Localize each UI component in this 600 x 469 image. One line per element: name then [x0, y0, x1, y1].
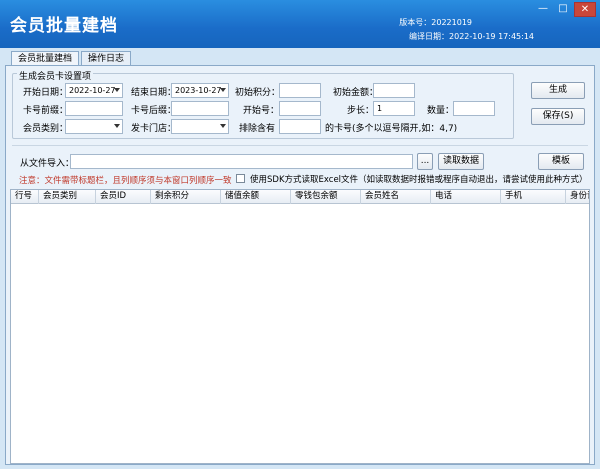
column-header[interactable]: 身份证 [566, 190, 589, 204]
chevron-down-icon [114, 124, 120, 128]
browse-button[interactable]: ... [417, 153, 433, 170]
card-suffix-input[interactable] [171, 101, 229, 116]
tab-batch-create[interactable]: 会员批量建档 [11, 51, 80, 66]
start-no-input[interactable] [279, 101, 321, 116]
tab-operation-log[interactable]: 操作日志 [81, 51, 132, 66]
template-button[interactable]: 模板 [538, 153, 584, 170]
column-header[interactable]: 剩余积分 [151, 190, 221, 204]
chevron-down-icon [220, 88, 226, 92]
card-suffix-label: 卡号后缀： [131, 106, 177, 116]
quantity-label: 数量： [427, 106, 455, 116]
group-legend: 生成会员卡设置项 [17, 69, 94, 82]
card-prefix-label: 卡号前缀： [23, 106, 69, 116]
chevron-down-icon [220, 124, 226, 128]
minimize-icon[interactable]: — [534, 2, 552, 17]
column-header[interactable]: 零钱包余额 [291, 190, 361, 204]
column-header[interactable]: 行号 [11, 190, 39, 204]
step-input[interactable]: 1 [373, 101, 415, 116]
sdk-checkbox-label[interactable]: 使用SDK方式读取Excel文件（如读取数据时报错或程序自动退出，请尝试使用此种… [250, 173, 588, 185]
close-icon[interactable]: ✕ [574, 2, 596, 17]
end-date-picker[interactable]: 2023-10-27 [171, 83, 229, 98]
exclude-input[interactable] [279, 119, 321, 134]
step-label: 步长： [347, 106, 375, 116]
main-panel: 生成会员卡设置项 开始日期： 2022-10-27 结束日期： 2023-10-… [5, 65, 595, 465]
import-note: 注意：文件需带标题栏，且列顺序须与本窗口列顺序一致 [19, 176, 232, 186]
sdk-checkbox[interactable] [236, 174, 245, 183]
member-type-label: 会员类别： [23, 124, 69, 134]
column-header[interactable]: 会员ID [96, 190, 151, 204]
version-label: 版本号：20221019 [399, 18, 472, 27]
quantity-input[interactable] [453, 101, 495, 116]
read-data-button[interactable]: 读取数据 [438, 153, 484, 170]
save-button[interactable]: 保存(S) [531, 108, 585, 125]
chevron-down-icon [114, 88, 120, 92]
end-date-value: 2023-10-27 [175, 86, 222, 95]
member-grid[interactable]: 行号 会员类别 会员ID 剩余积分 储值余额 零钱包余额 会员姓名 电话 手机 … [10, 189, 590, 464]
app-title: 会员批量建档 [10, 16, 118, 36]
import-file-input[interactable] [70, 154, 413, 169]
init-points-input[interactable] [279, 83, 321, 98]
column-header[interactable]: 会员姓名 [361, 190, 431, 204]
maximize-icon[interactable]: □ [554, 2, 572, 17]
exclude-hint: 的卡号(多个以逗号隔开,如：4,7) [325, 124, 458, 134]
column-header[interactable]: 手机 [501, 190, 566, 204]
window-controls: — □ ✕ [532, 2, 596, 17]
column-header[interactable]: 会员类别 [39, 190, 96, 204]
issue-store-label: 发卡门店： [131, 124, 177, 134]
issue-store-select[interactable] [171, 119, 229, 134]
init-points-label: 初始积分： [235, 88, 281, 98]
start-date-value: 2022-10-27 [69, 86, 116, 95]
generate-button[interactable]: 生成 [531, 82, 585, 99]
title-bar: 会员批量建档 版本号：20221019 编译日期：2022-10-19 17:4… [0, 0, 600, 48]
card-settings-group: 生成会员卡设置项 开始日期： 2022-10-27 结束日期： 2023-10-… [12, 69, 514, 139]
build-date-label: 编译日期：2022-10-19 17:45:14 [409, 32, 534, 41]
card-prefix-input[interactable] [65, 101, 123, 116]
end-date-label: 结束日期： [131, 88, 177, 98]
init-amount-label: 初始金额： [333, 88, 379, 98]
tab-bar: 会员批量建档 操作日志 [11, 51, 133, 66]
exclude-label: 排除含有 [239, 124, 276, 134]
import-label: 从文件导入： [20, 159, 75, 169]
column-header[interactable]: 电话 [431, 190, 501, 204]
divider [12, 145, 588, 146]
member-type-select[interactable] [65, 119, 123, 134]
column-header[interactable]: 储值余额 [221, 190, 291, 204]
start-date-picker[interactable]: 2022-10-27 [65, 83, 123, 98]
init-amount-input[interactable] [373, 83, 415, 98]
start-date-label: 开始日期： [23, 88, 69, 98]
grid-header: 行号 会员类别 会员ID 剩余积分 储值余额 零钱包余额 会员姓名 电话 手机 … [11, 190, 589, 204]
start-no-label: 开始号： [243, 106, 280, 116]
